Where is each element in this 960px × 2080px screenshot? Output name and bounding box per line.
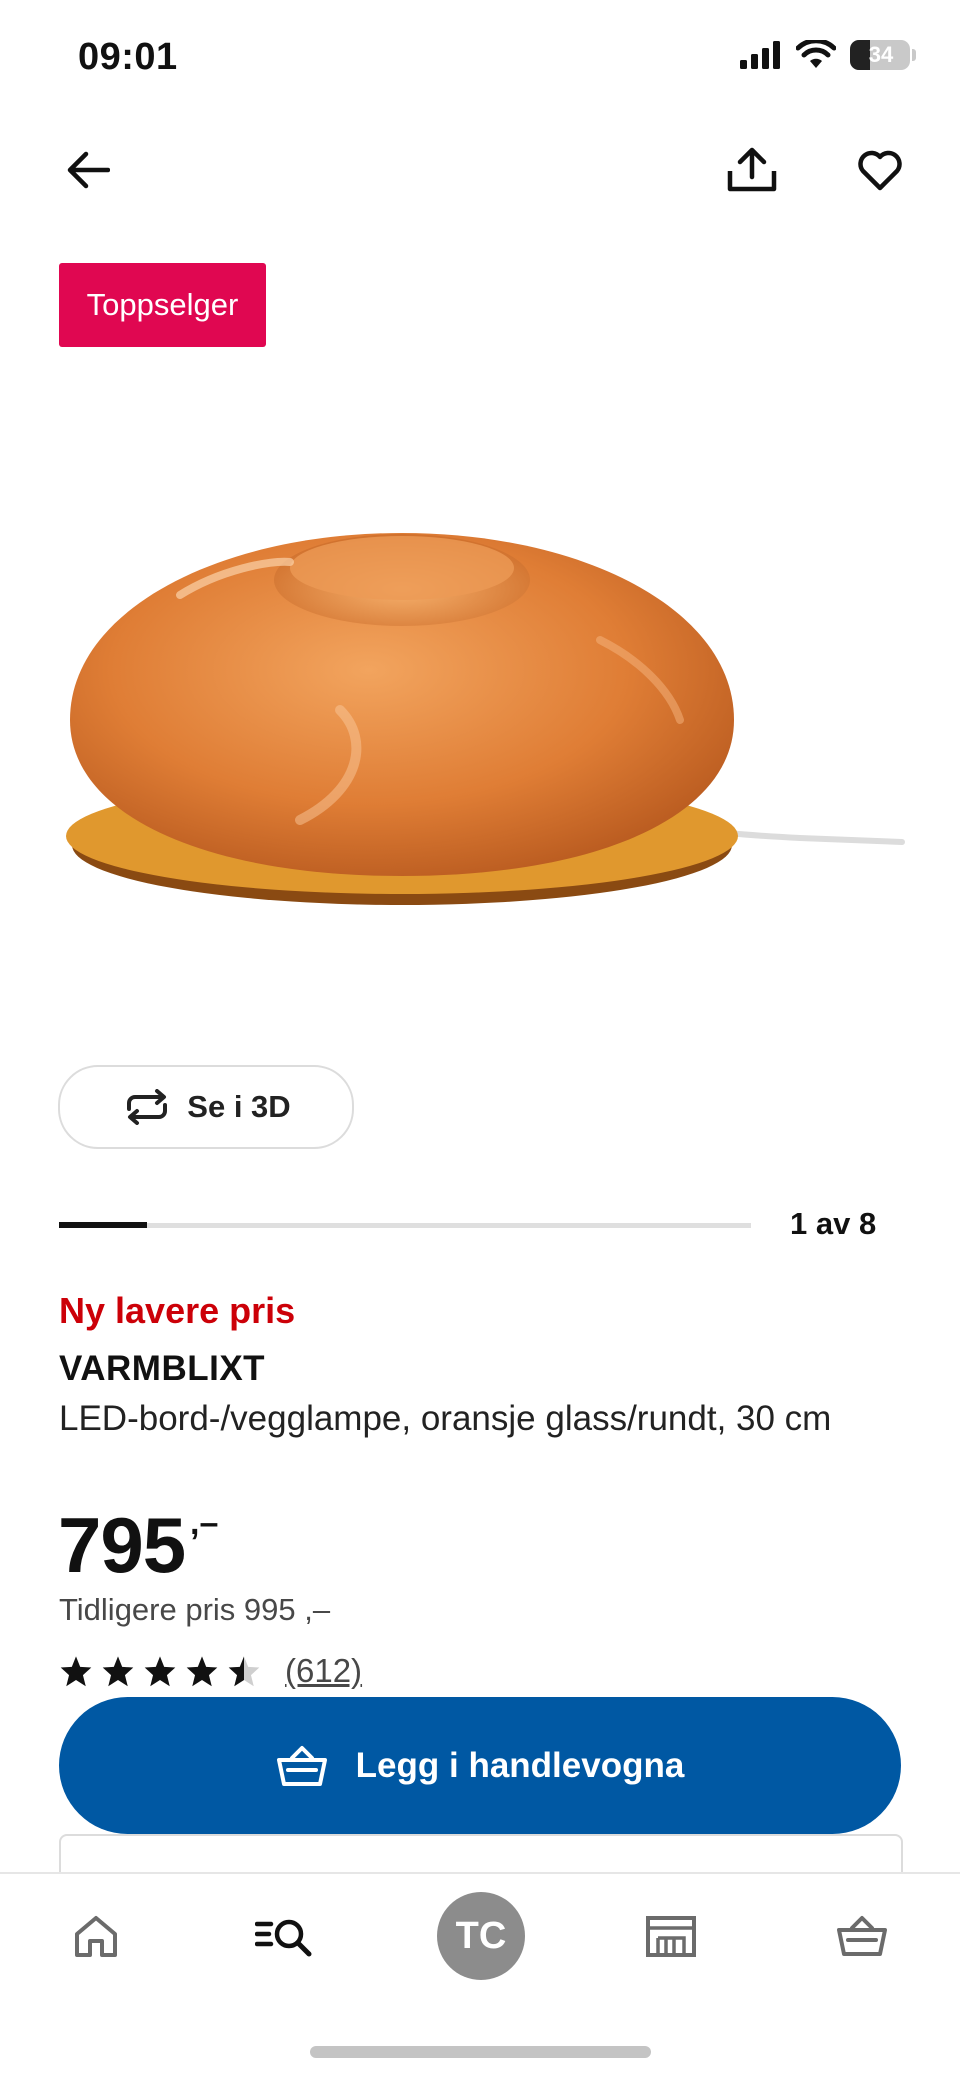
rating-count[interactable]: (612) <box>285 1652 362 1690</box>
battery-nub <box>912 49 916 61</box>
battery-icon: 34 <box>850 40 910 70</box>
shopping-basket-icon <box>276 1745 327 1786</box>
star-icon <box>186 1656 218 1687</box>
tab-search[interactable] <box>238 1888 334 1984</box>
add-to-cart-label: Legg i handlevogna <box>355 1745 685 1785</box>
share-button[interactable] <box>716 134 788 206</box>
tab-store[interactable] <box>623 1888 719 1984</box>
tab-basket[interactable] <box>814 1888 910 1984</box>
star-icon <box>144 1656 176 1687</box>
rating[interactable]: (612) <box>59 1652 362 1690</box>
price-suffix: ,– <box>190 1504 219 1542</box>
back-arrow-icon <box>67 151 110 189</box>
add-to-cart-button[interactable]: Legg i handlevogna <box>59 1697 901 1834</box>
carousel-position: 1 av 8 <box>790 1206 877 1241</box>
view-3d-label: Se i 3D <box>187 1089 291 1124</box>
star-half-icon <box>228 1656 260 1687</box>
home-icon <box>75 1916 117 1957</box>
previous-price: Tidligere pris 995 ,– <box>59 1592 331 1627</box>
product-price: 795 <box>58 1501 186 1589</box>
star-icon <box>60 1656 92 1687</box>
carousel-progress-fill <box>59 1222 147 1228</box>
promo-label: Ny lavere pris <box>59 1290 296 1331</box>
next-section-card <box>59 1834 903 1876</box>
back-button[interactable] <box>52 134 124 206</box>
star-icon <box>102 1656 134 1687</box>
store-icon <box>646 1916 696 1957</box>
profile-avatar[interactable]: TC <box>437 1892 525 1980</box>
product-image[interactable] <box>40 500 920 940</box>
heart-icon <box>858 150 902 191</box>
lamp-illustration <box>66 533 905 905</box>
share-icon <box>727 147 777 192</box>
tab-home[interactable] <box>48 1888 144 1984</box>
basket-icon <box>837 1916 887 1956</box>
carousel-progress-track <box>59 1223 751 1228</box>
wifi-icon <box>796 40 836 68</box>
rotate-3d-icon <box>127 1089 168 1125</box>
cellular-signal-icon <box>740 41 780 69</box>
battery-level: 34 <box>868 42 894 67</box>
search-icon <box>255 1919 312 1957</box>
view-3d-button[interactable]: Se i 3D <box>58 1065 354 1149</box>
home-indicator[interactable] <box>310 2046 651 2058</box>
favorite-button[interactable] <box>844 134 916 206</box>
top-seller-badge: Toppselger <box>59 263 266 347</box>
product-description: LED-bord-/vegglampe, oransje glass/rundt… <box>59 1399 832 1438</box>
status-time: 09:01 <box>78 36 178 78</box>
product-name: VARMBLIXT <box>59 1349 266 1388</box>
status-icons: 34 <box>740 40 916 70</box>
